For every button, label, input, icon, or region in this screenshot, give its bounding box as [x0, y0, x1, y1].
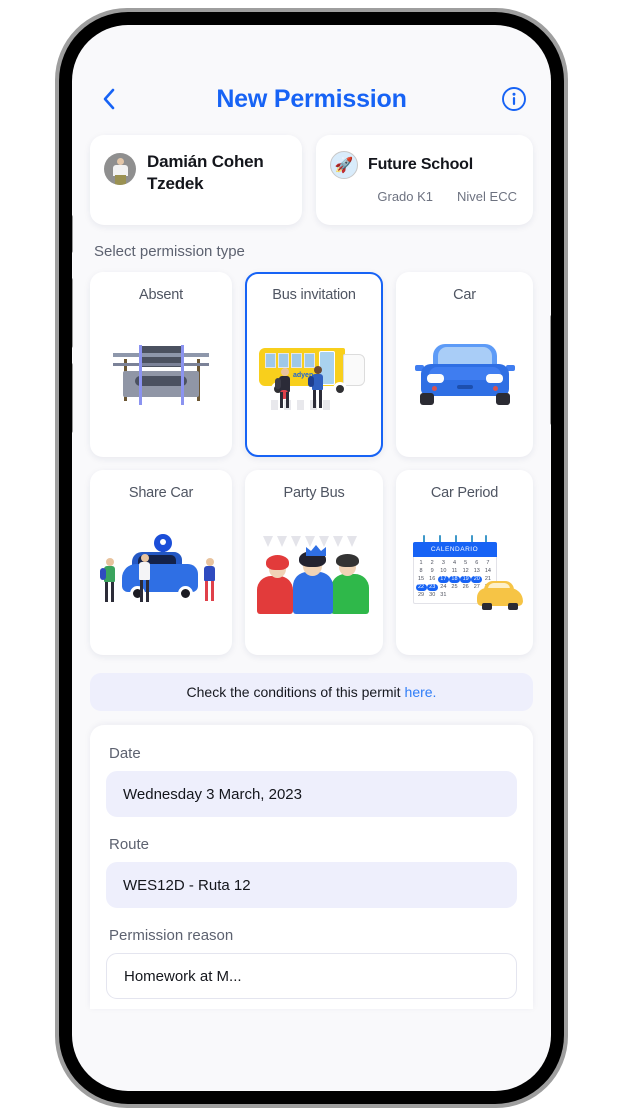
calendar-day: 2: [430, 560, 434, 566]
reason-label: Permission reason: [109, 927, 234, 944]
calendar-day: 14: [484, 568, 491, 574]
calendar-day: 3: [441, 560, 445, 566]
back-chevron-icon[interactable]: [94, 84, 124, 114]
bed-illustration: [98, 303, 224, 449]
student-avatar: [104, 153, 136, 185]
crown-icon: [305, 544, 327, 556]
page-title: New Permission: [216, 84, 407, 113]
calendar-day: 13: [473, 568, 480, 574]
permission-label: Share Car: [128, 485, 194, 501]
route-label: Route: [109, 836, 150, 853]
permission-card-car[interactable]: Car: [396, 272, 533, 457]
permission-card-car-period[interactable]: Car Period CALENDARIO 1 2 3 4 5 6 7 8 9 …: [396, 470, 533, 655]
calendar-day: 24: [440, 584, 447, 590]
calendar-day: 16: [429, 576, 436, 582]
permission-label: Car: [453, 287, 476, 303]
app-screen: New Permission Damián Cohen Tzedek 🚀 Fut…: [72, 25, 551, 1091]
calendar-day: 5: [464, 560, 468, 566]
car-illustration: [404, 303, 525, 449]
school-level: Nivel ECC: [457, 189, 517, 204]
school-name: Future School: [368, 156, 473, 173]
calendar-day: 11: [451, 568, 458, 574]
calendar-day: 30: [429, 592, 436, 598]
school-meta: Grado K1 Nivel ECC: [330, 189, 519, 204]
calendar-day: 26: [462, 584, 469, 590]
conditions-text: Check the conditions of this permit: [186, 684, 401, 700]
calendar-day: 6: [475, 560, 479, 566]
phone-screen: New Permission Damián Cohen Tzedek 🚀 Fut…: [72, 25, 551, 1091]
calendar-day: 23: [426, 584, 438, 591]
app-header: New Permission: [72, 63, 551, 135]
taxi-icon: [476, 576, 523, 610]
conditions-banner[interactable]: Check the conditions of this permit here…: [90, 673, 533, 711]
phone-bezel: New Permission Damián Cohen Tzedek 🚀 Fut…: [59, 12, 564, 1104]
permission-label: Party Bus: [283, 485, 345, 501]
permission-form: Date Wednesday 3 March, 2023 Route WES12…: [90, 725, 533, 1009]
section-label: Select permission type: [94, 243, 245, 260]
party-illustration: [253, 501, 375, 647]
calendar-day: 15: [418, 576, 425, 582]
school-grade: Grado K1: [377, 189, 434, 204]
calendar-day: 22: [415, 584, 427, 591]
route-input[interactable]: WES12D - Ruta 12: [106, 862, 517, 908]
calendar-day: 7: [486, 560, 490, 566]
phone-frame: New Permission Damián Cohen Tzedek 🚀 Fut…: [55, 8, 568, 1108]
calendar-day: 29: [418, 592, 425, 598]
calendar-day: 25: [451, 584, 458, 590]
info-cards-row: Damián Cohen Tzedek 🚀 Future School Grad…: [90, 135, 533, 225]
calendar-illustration: CALENDARIO 1 2 3 4 5 6 7 8 9 10 11 12 13 14 15 16 17 18 19…: [404, 501, 525, 647]
student-card[interactable]: Damián Cohen Tzedek: [90, 135, 302, 225]
permission-label: Absent: [139, 287, 183, 303]
share-car-illustration: [98, 501, 224, 647]
permission-type-grid: Absent Bus invitation adyen Car Share Ca…: [90, 272, 533, 655]
school-header: 🚀 Future School: [330, 151, 519, 179]
calendar-day: 4: [452, 560, 457, 566]
calendar-day: 10: [440, 568, 447, 574]
calendar-day: 8: [419, 568, 423, 574]
calendar-title: CALENDARIO: [412, 542, 497, 557]
date-label: Date: [109, 745, 141, 762]
student-name: Damián Cohen Tzedek: [147, 152, 264, 194]
permission-card-absent[interactable]: Absent: [90, 272, 232, 457]
conditions-link[interactable]: here.: [405, 684, 437, 700]
permission-card-share-car[interactable]: Share Car: [90, 470, 232, 655]
calendar-day: 31: [440, 592, 447, 598]
rocket-icon: 🚀: [330, 151, 358, 179]
calendar-day: 12: [462, 568, 469, 574]
date-input[interactable]: Wednesday 3 March, 2023: [106, 771, 517, 817]
school-bus-illustration: adyen: [253, 303, 375, 449]
calendar-day: 19: [460, 576, 472, 583]
permission-card-party-bus[interactable]: Party Bus: [245, 470, 383, 655]
school-card[interactable]: 🚀 Future School Grado K1 Nivel ECC: [316, 135, 533, 225]
calendar-day: 18: [448, 576, 461, 583]
calendar-day: 9: [430, 568, 434, 574]
permission-card-bus-invitation[interactable]: Bus invitation adyen: [245, 272, 383, 457]
permission-label: Car Period: [430, 485, 499, 501]
info-circle-icon[interactable]: [499, 84, 529, 114]
reason-input[interactable]: Homework at M...: [106, 953, 517, 999]
calendar-day: 17: [437, 576, 449, 583]
permission-label: Bus invitation: [272, 287, 356, 303]
content-area: Damián Cohen Tzedek 🚀 Future School Grad…: [72, 135, 551, 1009]
calendar-day: 1: [419, 560, 423, 566]
